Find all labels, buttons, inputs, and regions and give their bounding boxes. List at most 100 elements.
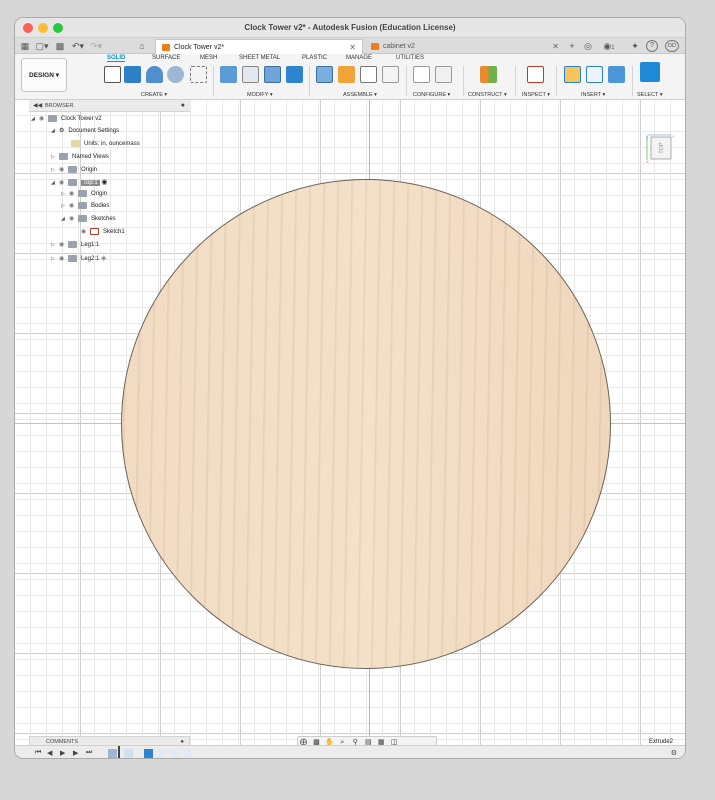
- insert-canvas-icon[interactable]: [608, 66, 625, 83]
- tab-plastic[interactable]: PLASTIC: [302, 55, 327, 61]
- round-tabletop-body[interactable]: [121, 179, 611, 669]
- timeline-feature[interactable]: [184, 749, 191, 758]
- tree-item-sketches[interactable]: ◢ ◉ Sketches: [61, 214, 116, 225]
- app-grid-icon[interactable]: ▦: [19, 40, 31, 52]
- sketch-icon: [90, 227, 99, 235]
- new-component-icon[interactable]: [316, 66, 333, 83]
- tree-item-origin[interactable]: ▷ ◉ Origin: [51, 165, 97, 176]
- timeline-component-feature[interactable]: [108, 749, 117, 758]
- close-tab-icon[interactable]: ✕: [349, 40, 356, 55]
- press-pull-icon[interactable]: [220, 66, 237, 83]
- tab-solid[interactable]: SOLID: [107, 55, 126, 62]
- link-icon: ◈: [101, 255, 107, 262]
- document-icon: [48, 114, 57, 122]
- y-axis-label: Y: [672, 134, 675, 139]
- select-menu[interactable]: SELECT ▾: [637, 92, 663, 98]
- timeline-marker[interactable]: [118, 746, 120, 758]
- job-status-icon[interactable]: ◎: [582, 40, 594, 52]
- browser-header: ◀◀ BROWSER ●: [29, 100, 190, 112]
- title-bar: Clock Tower v2* - Autodesk Fusion (Educa…: [15, 18, 685, 38]
- go-to-end-icon[interactable]: ⏭: [86, 749, 92, 757]
- divider: [632, 66, 633, 96]
- insert-mesh-icon[interactable]: [586, 66, 603, 83]
- save-icon[interactable]: ▩: [55, 40, 65, 52]
- home-icon[interactable]: ⌂: [135, 40, 149, 52]
- redo-icon[interactable]: ↷▾: [89, 40, 103, 52]
- pattern-icon[interactable]: [190, 66, 207, 83]
- as-built-joint-icon[interactable]: [360, 66, 377, 83]
- modify-menu[interactable]: MODIFY ▾: [247, 92, 273, 98]
- file-menu-icon[interactable]: ▢▾: [35, 40, 49, 52]
- timeline-feature[interactable]: [158, 749, 165, 758]
- document-icon: [162, 44, 170, 51]
- view-cube-graphic: TOP Z Y X: [646, 134, 675, 164]
- tab-sheet-metal[interactable]: SHEET METAL: [239, 55, 280, 61]
- tree-item-bodies[interactable]: ▷ ◉ Bodies: [61, 201, 109, 212]
- revolve-icon[interactable]: [146, 66, 163, 83]
- configure-icon[interactable]: [413, 66, 430, 83]
- create-menu[interactable]: CREATE ▾: [141, 92, 167, 98]
- tab-utilities[interactable]: UTILITIES: [396, 55, 424, 61]
- measure-icon[interactable]: [527, 66, 544, 83]
- inspect-menu[interactable]: INSPECT ▾: [522, 92, 550, 98]
- go-to-start-icon[interactable]: ⏮: [35, 749, 41, 757]
- insert-derive-icon[interactable]: [564, 66, 581, 83]
- divider: [515, 66, 516, 96]
- new-tab-icon[interactable]: +: [566, 40, 578, 52]
- offset-plane-icon[interactable]: [480, 66, 497, 83]
- tab-manage[interactable]: MANAGE: [346, 55, 372, 61]
- user-avatar[interactable]: DD: [665, 40, 679, 52]
- notification-count: 1: [611, 45, 615, 51]
- gear-icon[interactable]: ⚙: [671, 749, 677, 757]
- step-forward-icon[interactable]: ▶: [73, 749, 78, 757]
- extensions-icon[interactable]: ✦: [629, 40, 641, 52]
- combine-icon[interactable]: [286, 66, 303, 83]
- component-icon: [68, 178, 77, 186]
- collapse-panel-icon[interactable]: ◀◀: [33, 100, 42, 112]
- divider: [406, 66, 407, 96]
- view-cube[interactable]: TOP Z Y X: [646, 133, 676, 164]
- joint-icon[interactable]: [338, 66, 355, 83]
- divider: [309, 66, 310, 96]
- shell-icon[interactable]: [264, 66, 281, 83]
- tab-mesh[interactable]: MESH: [200, 55, 217, 61]
- undo-icon[interactable]: ↶▾: [71, 40, 85, 52]
- play-icon[interactable]: ▶: [60, 749, 65, 757]
- table-icon[interactable]: [435, 66, 452, 83]
- workspace-switcher[interactable]: DESIGN ▾: [21, 58, 67, 92]
- step-back-icon[interactable]: ◀: [47, 749, 52, 757]
- fillet-icon[interactable]: [242, 66, 259, 83]
- select-icon[interactable]: [640, 62, 660, 82]
- tree-item-named-views[interactable]: ▷ Named Views: [51, 152, 109, 163]
- tree-item-leg2[interactable]: ▷ ◉ Leg2:1 ◈: [51, 253, 106, 264]
- insert-menu[interactable]: INSERT ▾: [581, 92, 605, 98]
- notifications-icon[interactable]: ◉1: [599, 40, 619, 52]
- hole-icon[interactable]: [167, 66, 184, 83]
- timeline-feature[interactable]: [171, 749, 178, 758]
- folder-icon: [78, 201, 87, 209]
- tree-item-top[interactable]: ◢ ◉ Top:1 ◉: [51, 177, 107, 188]
- create-sketch-icon[interactable]: [104, 66, 121, 83]
- help-icon[interactable]: ?: [646, 40, 658, 52]
- tree-item-document-settings[interactable]: ◢ ⚙ Document Settings: [51, 126, 119, 137]
- configure-menu[interactable]: CONFIGURE ▾: [413, 92, 450, 98]
- tab-cabinet[interactable]: cabinet v2 ✕: [365, 39, 565, 54]
- tree-item-origin[interactable]: ▷ ◉ Origin: [61, 189, 107, 200]
- z-axis-label: Z: [646, 135, 649, 140]
- tab-surface[interactable]: SURFACE: [152, 55, 180, 61]
- tab-clock-tower[interactable]: Clock Tower v2* ✕: [155, 39, 363, 54]
- tree-item-units[interactable]: Units: in, ouncemass: [71, 139, 140, 150]
- tree-item-root[interactable]: ◢ ◉ Clock Tower v2: [31, 114, 102, 125]
- assemble-menu[interactable]: ASSEMBLE ▾: [343, 92, 377, 98]
- timeline-extrude-feature[interactable]: [144, 749, 153, 758]
- browser-title: BROWSER: [45, 103, 74, 109]
- browser-pin-icon[interactable]: ●: [181, 100, 185, 112]
- extrude-icon[interactable]: [124, 66, 141, 83]
- tree-item-sketch1[interactable]: ◉ Sketch1: [81, 227, 125, 238]
- rigid-group-icon[interactable]: [382, 66, 399, 83]
- construct-menu[interactable]: CONSTRUCT ▾: [468, 92, 507, 98]
- timeline-sketch-feature[interactable]: [124, 749, 133, 758]
- close-tab-icon[interactable]: ✕: [552, 39, 559, 54]
- tree-item-leg1[interactable]: ▷ ◉ Leg1:1: [51, 240, 99, 251]
- activate-radio-icon[interactable]: ◉: [101, 179, 107, 186]
